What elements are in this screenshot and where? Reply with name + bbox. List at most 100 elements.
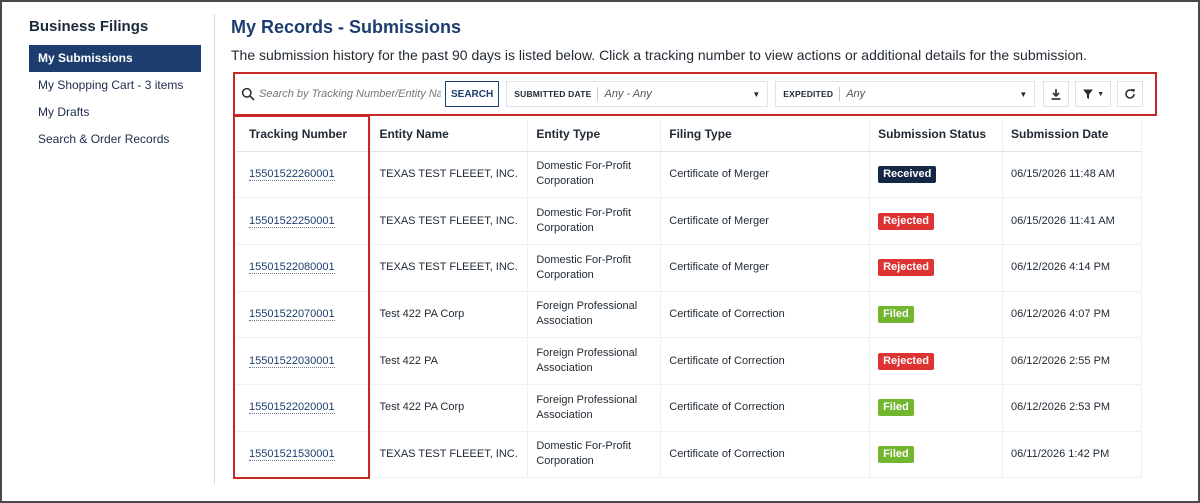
sidebar-item-my-submissions[interactable]: My Submissions bbox=[29, 45, 201, 72]
filing-type-cell: Certificate of Correction bbox=[660, 291, 871, 339]
refresh-button[interactable] bbox=[1117, 81, 1144, 107]
tracking-cell: 15501522030001 bbox=[236, 337, 372, 385]
sidebar-title: Business Filings bbox=[29, 18, 149, 35]
status-badge: Filed bbox=[878, 399, 914, 417]
table-row: 15501522260001 TEXAS TEST FLEEET, INC. D… bbox=[236, 151, 1142, 199]
submitted-date-label: SUBMITTED DATE bbox=[514, 89, 592, 99]
chevron-down-icon: ▼ bbox=[1097, 90, 1105, 98]
tracking-cell: 15501521530001 bbox=[236, 431, 372, 479]
entity-name-cell: TEXAS TEST FLEEET, INC. bbox=[370, 151, 529, 199]
entity-type-cell: Domestic For-Profit Corporation bbox=[527, 431, 662, 479]
tracking-cell: 15501522070001 bbox=[236, 291, 372, 339]
table-row: 15501522020001 Test 422 PA Corp Foreign … bbox=[236, 384, 1142, 432]
status-badge: Filed bbox=[878, 445, 914, 463]
entity-type-cell: Domestic For-Profit Corporation bbox=[527, 197, 662, 245]
filter-separator bbox=[839, 87, 841, 101]
download-button[interactable] bbox=[1043, 81, 1070, 107]
search-button[interactable]: SEARCH bbox=[445, 81, 500, 107]
table-row: 15501522250001 TEXAS TEST FLEEET, INC. D… bbox=[236, 197, 1142, 245]
sidebar-item-search-order-records[interactable]: Search & Order Records bbox=[29, 126, 201, 153]
status-badge: Rejected bbox=[878, 212, 934, 230]
filing-type-cell: Certificate of Correction bbox=[660, 337, 871, 385]
status-badge: Received bbox=[878, 165, 937, 183]
submission-date-cell: 06/12/2026 2:53 PM bbox=[1002, 384, 1142, 432]
main-content: My Records - Submissions The submission … bbox=[231, 14, 1171, 479]
entity-type-cell: Foreign Professional Association bbox=[527, 384, 662, 432]
status-badge: Rejected bbox=[878, 352, 934, 370]
table-row: 15501522030001 Test 422 PA Foreign Profe… bbox=[236, 337, 1142, 385]
search-icon bbox=[241, 87, 255, 101]
status-cell: Rejected bbox=[869, 197, 1004, 245]
table-row: 15501521530001 TEXAS TEST FLEEET, INC. D… bbox=[236, 431, 1142, 479]
submission-date-cell: 06/11/2026 1:42 PM bbox=[1002, 431, 1142, 479]
status-badge: Rejected bbox=[878, 259, 934, 277]
expedited-label: EXPEDITED bbox=[783, 89, 834, 99]
page-description: The submission history for the past 90 d… bbox=[231, 47, 1087, 63]
search-input[interactable] bbox=[259, 84, 441, 104]
entity-name-cell: Test 422 PA bbox=[370, 337, 529, 385]
chevron-down-icon: ▼ bbox=[752, 89, 761, 99]
download-icon bbox=[1051, 89, 1061, 100]
chevron-down-icon: ▼ bbox=[1019, 89, 1028, 99]
filter-menu-button[interactable]: ▼ bbox=[1075, 81, 1112, 107]
submission-date-cell: 06/15/2026 11:48 AM bbox=[1002, 151, 1142, 199]
col-header-filing-type[interactable]: Filing Type bbox=[660, 118, 871, 152]
submitted-date-value: Any - Any bbox=[604, 88, 652, 100]
tracking-number-link[interactable]: 15501522250001 bbox=[249, 214, 335, 228]
filing-type-cell: Certificate of Merger bbox=[660, 197, 871, 245]
tracking-cell: 15501522080001 bbox=[236, 244, 372, 292]
status-cell: Filed bbox=[869, 291, 1004, 339]
filter-icon bbox=[1083, 89, 1094, 99]
tracking-number-link[interactable]: 15501522080001 bbox=[249, 261, 335, 275]
entity-name-cell: TEXAS TEST FLEEET, INC. bbox=[370, 431, 529, 479]
entity-name-cell: TEXAS TEST FLEEET, INC. bbox=[370, 197, 529, 245]
entity-type-cell: Foreign Professional Association bbox=[527, 337, 662, 385]
sidebar-item-my-shopping-cart[interactable]: My Shopping Cart - 3 items bbox=[29, 72, 201, 99]
tracking-number-link[interactable]: 15501522030001 bbox=[249, 354, 335, 368]
search-box: SEARCH bbox=[241, 80, 500, 108]
status-cell: Filed bbox=[869, 384, 1004, 432]
table-row: 15501522070001 Test 422 PA Corp Foreign … bbox=[236, 291, 1142, 339]
submissions-table-wrap: Tracking Number Entity Name Entity Type … bbox=[236, 118, 1142, 479]
table-row: 15501522080001 TEXAS TEST FLEEET, INC. D… bbox=[236, 244, 1142, 292]
submission-date-cell: 06/12/2026 4:07 PM bbox=[1002, 291, 1142, 339]
vertical-divider bbox=[214, 14, 215, 484]
entity-type-cell: Foreign Professional Association bbox=[527, 291, 662, 339]
filter-separator bbox=[597, 87, 599, 101]
tracking-cell: 15501522020001 bbox=[236, 384, 372, 432]
tracking-cell: 15501522250001 bbox=[236, 197, 372, 245]
expedited-filter[interactable]: EXPEDITED Any ▼ bbox=[775, 81, 1036, 107]
col-header-entity-type[interactable]: Entity Type bbox=[527, 118, 662, 152]
filing-type-cell: Certificate of Correction bbox=[660, 431, 871, 479]
filter-toolbar: SEARCH SUBMITTED DATE Any - Any ▼ EXPEDI… bbox=[233, 72, 1157, 116]
filing-type-cell: Certificate of Merger bbox=[660, 244, 871, 292]
status-cell: Rejected bbox=[869, 337, 1004, 385]
table-header-row: Tracking Number Entity Name Entity Type … bbox=[236, 118, 1142, 152]
submissions-table: Tracking Number Entity Name Entity Type … bbox=[236, 118, 1142, 479]
submission-date-cell: 06/15/2026 11:41 AM bbox=[1002, 197, 1142, 245]
submission-date-cell: 06/12/2026 2:55 PM bbox=[1002, 337, 1142, 385]
status-badge: Filed bbox=[878, 305, 914, 323]
tracking-number-link[interactable]: 15501522070001 bbox=[249, 307, 335, 321]
expedited-value: Any bbox=[846, 88, 866, 100]
col-header-submission-status[interactable]: Submission Status bbox=[869, 118, 1004, 152]
sidebar: Business Filings My Submissions My Shopp… bbox=[29, 18, 201, 153]
entity-name-cell: TEXAS TEST FLEEET, INC. bbox=[370, 244, 529, 292]
filing-type-cell: Certificate of Correction bbox=[660, 384, 871, 432]
col-header-tracking-number[interactable]: Tracking Number bbox=[236, 118, 372, 152]
submitted-date-filter[interactable]: SUBMITTED DATE Any - Any ▼ bbox=[506, 81, 769, 107]
sidebar-item-my-drafts[interactable]: My Drafts bbox=[29, 99, 201, 126]
entity-type-cell: Domestic For-Profit Corporation bbox=[527, 151, 662, 199]
col-header-entity-name[interactable]: Entity Name bbox=[370, 118, 529, 152]
status-cell: Filed bbox=[869, 431, 1004, 479]
tracking-number-link[interactable]: 15501522020001 bbox=[249, 401, 335, 415]
page-title: My Records - Submissions bbox=[231, 17, 462, 37]
tracking-number-link[interactable]: 15501522260001 bbox=[249, 167, 335, 181]
status-cell: Rejected bbox=[869, 244, 1004, 292]
entity-type-cell: Domestic For-Profit Corporation bbox=[527, 244, 662, 292]
col-header-submission-date[interactable]: Submission Date bbox=[1002, 118, 1142, 152]
tracking-number-link[interactable]: 15501521530001 bbox=[249, 447, 335, 461]
entity-name-cell: Test 422 PA Corp bbox=[370, 384, 529, 432]
tracking-cell: 15501522260001 bbox=[236, 151, 372, 199]
refresh-icon bbox=[1125, 89, 1136, 99]
